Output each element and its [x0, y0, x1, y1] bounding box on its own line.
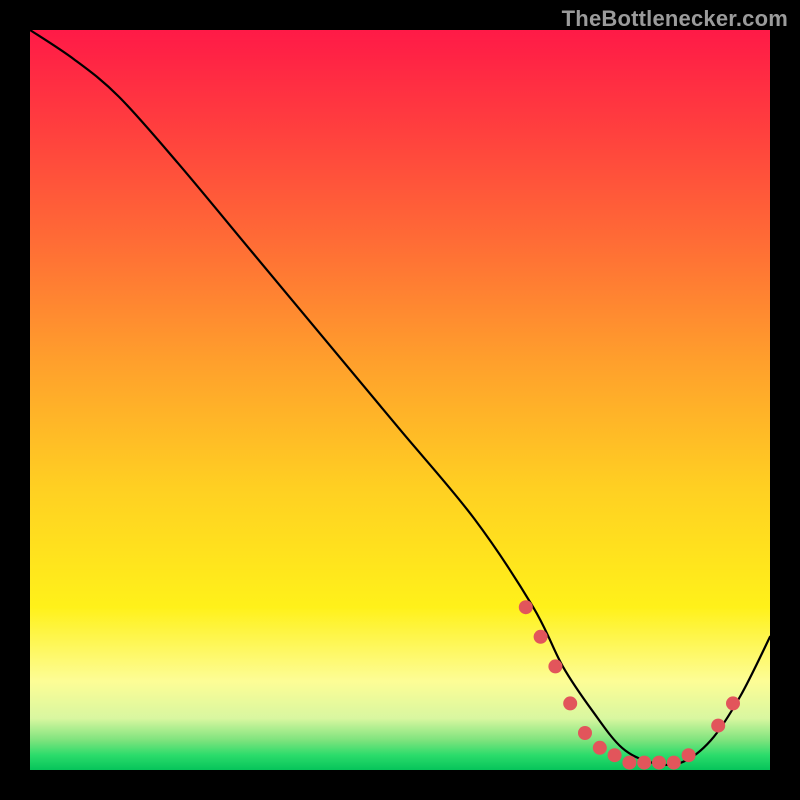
highlight-dot: [578, 726, 592, 740]
highlight-dot: [534, 630, 548, 644]
highlight-dot: [519, 600, 533, 614]
highlight-dot: [563, 696, 577, 710]
curve-layer: [30, 30, 770, 770]
plot-area: [30, 30, 770, 770]
attribution-label: TheBottlenecker.com: [562, 6, 788, 32]
highlight-dot: [711, 719, 725, 733]
highlight-dot: [682, 748, 696, 762]
highlight-dot: [726, 696, 740, 710]
highlight-dot: [548, 659, 562, 673]
chart-frame: TheBottlenecker.com: [0, 0, 800, 800]
highlight-dot: [667, 756, 681, 770]
highlight-dot: [637, 756, 651, 770]
highlight-dot: [608, 748, 622, 762]
highlight-dot: [652, 756, 666, 770]
bottleneck-curve: [30, 30, 770, 765]
highlight-dot: [593, 741, 607, 755]
highlight-dot: [622, 756, 636, 770]
